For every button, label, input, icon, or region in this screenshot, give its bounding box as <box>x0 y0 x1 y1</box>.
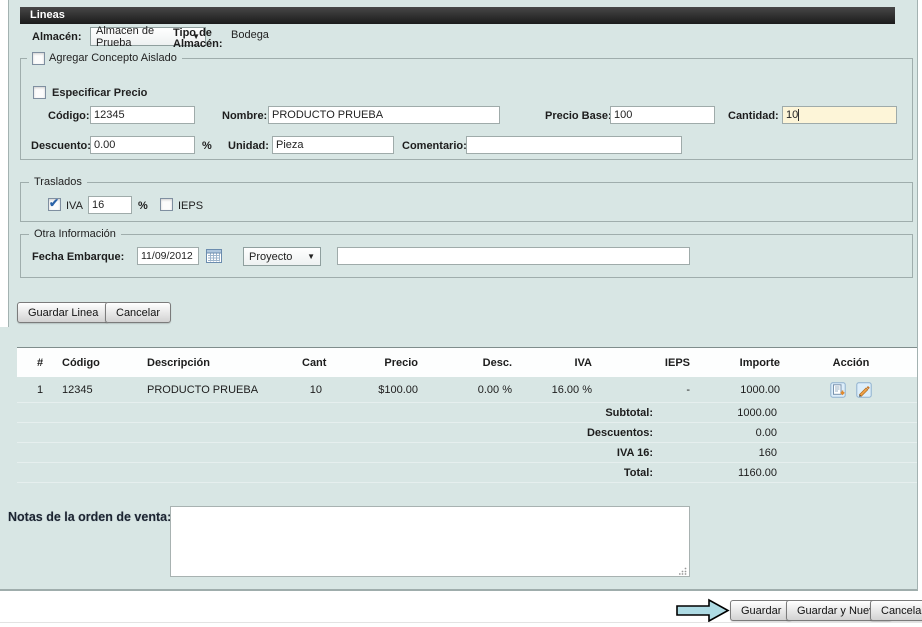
otra-informacion-legend: Otra Información <box>29 228 121 240</box>
row-actions <box>785 382 917 398</box>
descuento-input[interactable] <box>90 136 195 154</box>
nombre-input[interactable] <box>268 106 500 124</box>
calendar-icon[interactable] <box>206 248 222 264</box>
tipo-almacen-label: Tipo de Almacén: <box>173 28 223 50</box>
row-iva: 16.00 % <box>517 384 597 396</box>
notas-label: Notas de la orden de venta: <box>8 510 171 524</box>
col-codigo: Código <box>62 357 147 369</box>
section-titlebar: Lineas <box>20 7 895 24</box>
row-importe: 1000.00 <box>695 384 785 396</box>
total-row: Total: 1160.00 <box>17 463 917 483</box>
traslados-legend: Traslados <box>29 176 87 188</box>
ieps-label: IEPS <box>178 200 203 212</box>
codigo-input[interactable] <box>90 106 195 124</box>
lines-table-header: # Código Descripción Cant. Precio Desc. … <box>17 347 917 377</box>
agregar-concepto-legend: Agregar Concepto Aislado <box>27 52 182 64</box>
iva-percent-input[interactable] <box>88 196 132 214</box>
precio-base-input[interactable] <box>610 106 715 124</box>
cancelar-button[interactable]: Cancelar <box>870 600 922 621</box>
col-cant: Cant. <box>302 357 327 369</box>
fecha-embarque-label: Fecha Embarque: <box>32 251 124 263</box>
col-importe: Importe <box>695 357 785 369</box>
guardar-button[interactable]: Guardar <box>730 600 792 621</box>
row-ieps: - <box>597 384 695 396</box>
row-descripcion: PRODUCTO PRUEBA <box>147 384 302 396</box>
iva-percent-suffix: % <box>138 200 148 212</box>
iva-total-label: IVA 16: <box>17 447 653 459</box>
bottom-divider <box>0 622 922 623</box>
col-ieps: IEPS <box>597 357 695 369</box>
table-row: 1 12345 PRODUCTO PRUEBA 10 $100.00 0.00 … <box>17 377 917 403</box>
cantidad-input[interactable] <box>782 106 897 124</box>
iva-checkbox[interactable]: ✔ <box>48 198 61 211</box>
section-title: Lineas <box>30 9 65 21</box>
total-value: 1160.00 <box>653 467 777 479</box>
col-accion: Acción <box>785 357 917 369</box>
subtotal-label: Subtotal: <box>17 407 653 419</box>
row-precio: $100.00 <box>327 384 423 396</box>
iva-label: IVA <box>66 200 83 212</box>
subtotal-row: Subtotal: 1000.00 <box>17 403 917 423</box>
guardar-linea-button[interactable]: Guardar Linea <box>17 302 109 323</box>
col-iva: IVA <box>517 357 597 369</box>
notas-textarea[interactable] <box>170 506 690 577</box>
text-cursor <box>798 109 799 121</box>
col-num: # <box>17 357 62 369</box>
comentario-label: Comentario: <box>402 140 467 152</box>
row-num: 1 <box>17 384 62 396</box>
cancelar-linea-button[interactable]: Cancelar <box>105 302 171 323</box>
resize-handle-icon[interactable] <box>679 566 687 574</box>
proyecto-select[interactable]: Proyecto ▼ <box>243 247 321 266</box>
subtotal-value: 1000.00 <box>653 407 777 419</box>
unidad-input[interactable] <box>272 136 394 154</box>
nombre-label: Nombre: <box>222 110 267 122</box>
row-codigo: 12345 <box>62 384 147 396</box>
especificar-precio-checkbox[interactable] <box>33 86 46 99</box>
descuentos-value: 0.00 <box>653 427 777 439</box>
descuentos-row: Descuentos: 0.00 <box>17 423 917 443</box>
traslados-fieldset: Traslados <box>20 182 913 222</box>
lineas-form-screen: Lineas Almacén: Almacen de Prueba ▼ Tipo… <box>0 0 922 627</box>
col-desc: Desc. <box>423 357 517 369</box>
row-cant: 10 <box>302 384 327 396</box>
cantidad-label: Cantidad: <box>728 110 779 122</box>
descuento-percent-suffix: % <box>202 140 212 152</box>
especificar-precio-label: Especificar Precio <box>52 87 147 99</box>
col-descripcion: Descripción <box>147 357 302 369</box>
iva-total-value: 160 <box>653 447 777 459</box>
comentario-input[interactable] <box>466 136 682 154</box>
col-precio: Precio <box>327 357 423 369</box>
descuentos-label: Descuentos: <box>17 427 653 439</box>
edit-line-icon[interactable] <box>856 382 872 398</box>
proyecto-value-input[interactable] <box>337 247 690 265</box>
fecha-embarque-input[interactable] <box>137 247 199 265</box>
precio-base-label: Precio Base: <box>545 110 612 122</box>
proyecto-selected-value: Proyecto <box>249 251 292 263</box>
total-label: Total: <box>17 467 653 479</box>
row-desc: 0.00 % <box>423 384 517 396</box>
tipo-almacen-value: Bodega <box>231 29 269 41</box>
almacen-label: Almacén: <box>32 31 82 43</box>
duplicate-line-icon[interactable] <box>830 382 846 398</box>
agregar-concepto-checkbox[interactable] <box>32 52 45 65</box>
iva-total-row: IVA 16: 160 <box>17 443 917 463</box>
unidad-label: Unidad: <box>228 140 269 152</box>
ieps-checkbox[interactable] <box>160 198 173 211</box>
descuento-label: Descuento: <box>31 140 91 152</box>
codigo-label: Código: <box>48 110 90 122</box>
check-icon: ✔ <box>49 196 59 210</box>
chevron-down-icon: ▼ <box>307 253 315 261</box>
